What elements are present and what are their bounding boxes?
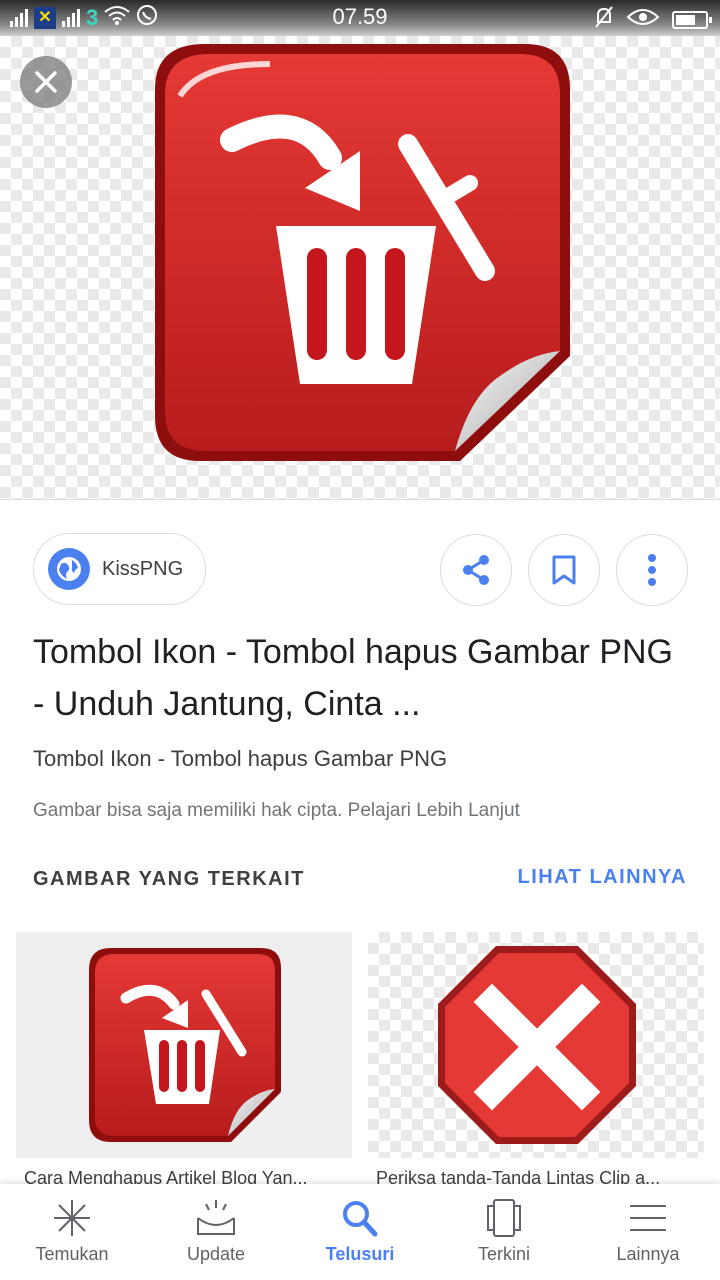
menu-icon [630,1205,666,1231]
nav-label-lainnya: Lainnya [616,1244,680,1264]
bookmark-icon [552,555,576,585]
see-more-link[interactable]: LIHAT LAINNYA [518,866,688,889]
status-right [594,6,712,34]
nav-label-telusuri: Telusuri [325,1244,395,1264]
status-bar: ✕ 3 07.59 [0,0,720,36]
search-icon [343,1201,378,1237]
nav-lainnya[interactable]: Lainnya [576,1184,720,1280]
cards-icon [487,1199,521,1237]
share-icon [463,555,489,585]
related-item-2[interactable] [368,932,704,1158]
delete-trash-icon-image [155,44,570,461]
copyright-notice[interactable]: Gambar bisa saja memiliki hak cipta. Pel… [33,800,520,822]
result-title[interactable]: Tombol Ikon - Tombol hapus Gambar PNG - … [33,626,673,730]
eye-icon [626,7,660,33]
close-icon [35,71,57,93]
share-button[interactable] [440,534,512,606]
stop-x-icon-thumbnail [438,946,636,1144]
source-chip[interactable]: KissPNG [33,533,206,605]
nav-terkini[interactable]: Terkini [432,1184,576,1280]
nav-label-update: Update [186,1244,246,1264]
preview-image[interactable] [0,36,720,500]
more-vert-icon [648,554,656,586]
bottom-nav: Temukan Update Telusuri Terkini Lainnya [0,1184,720,1280]
sparkle-icon [54,1200,90,1236]
globe-icon [48,548,90,590]
nav-temukan[interactable]: Temukan [0,1184,144,1280]
related-item-1[interactable] [16,932,352,1158]
bell-off-icon [594,6,614,34]
divider [0,499,720,500]
nav-update[interactable]: Update [144,1184,288,1280]
result-subtitle: Tombol Ikon - Tombol hapus Gambar PNG [33,746,448,771]
close-button[interactable] [20,56,72,108]
trash-icon-thumbnail [89,948,281,1142]
source-label: KissPNG [102,557,184,580]
more-options-button[interactable] [616,534,688,606]
nav-label-temukan: Temukan [35,1244,109,1264]
nav-telusuri[interactable]: Telusuri [288,1184,432,1280]
related-heading: GAMBAR YANG TERKAIT [33,868,305,890]
battery-icon [672,11,712,29]
save-button[interactable] [528,534,600,606]
nav-label-terkini: Terkini [477,1244,530,1264]
inbox-icon [197,1200,235,1235]
